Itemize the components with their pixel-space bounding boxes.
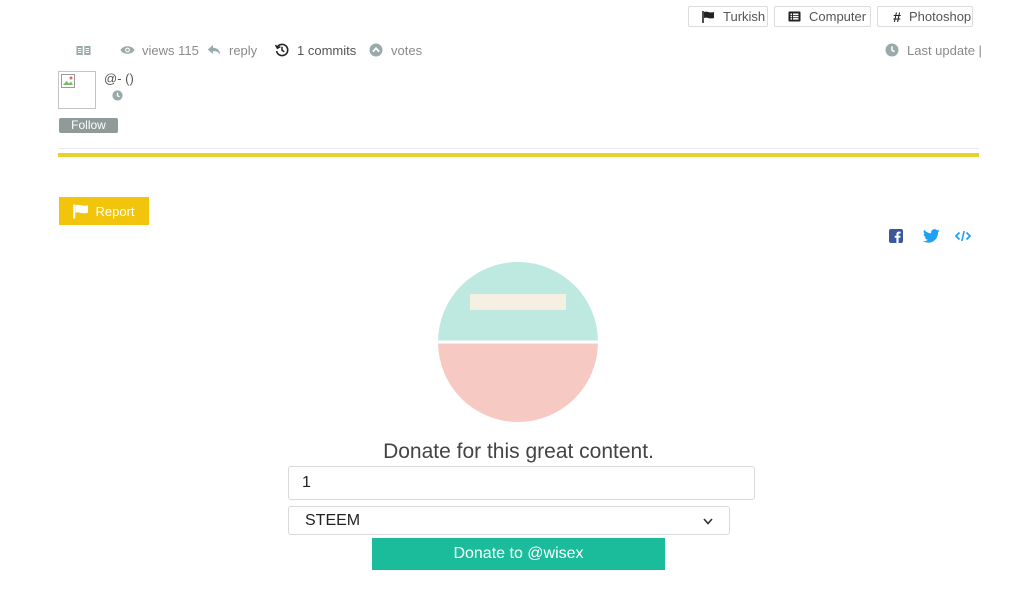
donate-title: Donate for this great content. <box>383 440 654 463</box>
reply-link[interactable]: reply <box>206 41 257 59</box>
views-text: views 115 <box>142 42 199 58</box>
avatar[interactable] <box>58 71 96 109</box>
last-update-text: Last update | <box>907 42 982 58</box>
upvote-icon <box>368 42 384 58</box>
divider <box>58 148 979 149</box>
tag-photoshop[interactable]: # Photoshop <box>877 6 973 27</box>
book-icon <box>75 42 91 58</box>
list-icon <box>787 10 801 24</box>
commits-link[interactable]: 1 commits <box>274 41 356 59</box>
eye-icon <box>119 42 135 58</box>
divider-accent <box>58 153 979 157</box>
report-button[interactable]: Report <box>59 197 149 225</box>
votes-link[interactable]: votes <box>368 41 422 59</box>
embed-code-icon[interactable] <box>955 228 971 244</box>
tag-label: Photoshop <box>909 9 972 24</box>
hash-icon: # <box>893 8 901 25</box>
flag-icon <box>73 204 89 218</box>
donate-amount-input[interactable]: 1 <box>288 466 755 500</box>
tag-computer[interactable]: Computer <box>774 6 871 27</box>
follow-button[interactable]: Follow <box>59 118 118 133</box>
broken-image-icon <box>61 74 75 88</box>
views-count: views 115 <box>119 41 199 59</box>
donate-button[interactable]: Donate to @wisex <box>372 538 665 570</box>
twitter-icon[interactable] <box>922 228 940 244</box>
facebook-icon[interactable] <box>888 228 904 244</box>
currency-select[interactable]: STEEM <box>288 506 730 535</box>
history-icon <box>274 42 290 58</box>
report-label: Report <box>95 203 135 219</box>
reply-icon <box>206 42 222 58</box>
tag-label: Turkish <box>723 9 766 24</box>
author-handle[interactable]: @- () <box>104 71 134 86</box>
commits-text: 1 commits <box>297 42 357 58</box>
tag-label: Computer <box>809 9 867 24</box>
last-update: Last update | <box>884 41 982 59</box>
reply-text: reply <box>229 42 258 58</box>
clock-icon <box>112 88 123 101</box>
currency-value: STEEM <box>305 511 361 529</box>
tag-turkish[interactable]: Turkish <box>688 6 768 27</box>
flag-icon <box>701 10 715 24</box>
content-illustration <box>438 262 598 422</box>
votes-text: votes <box>391 42 423 58</box>
reading-mode-icon[interactable] <box>75 41 98 59</box>
clock-icon <box>884 42 900 58</box>
chevron-down-icon <box>703 512 713 530</box>
